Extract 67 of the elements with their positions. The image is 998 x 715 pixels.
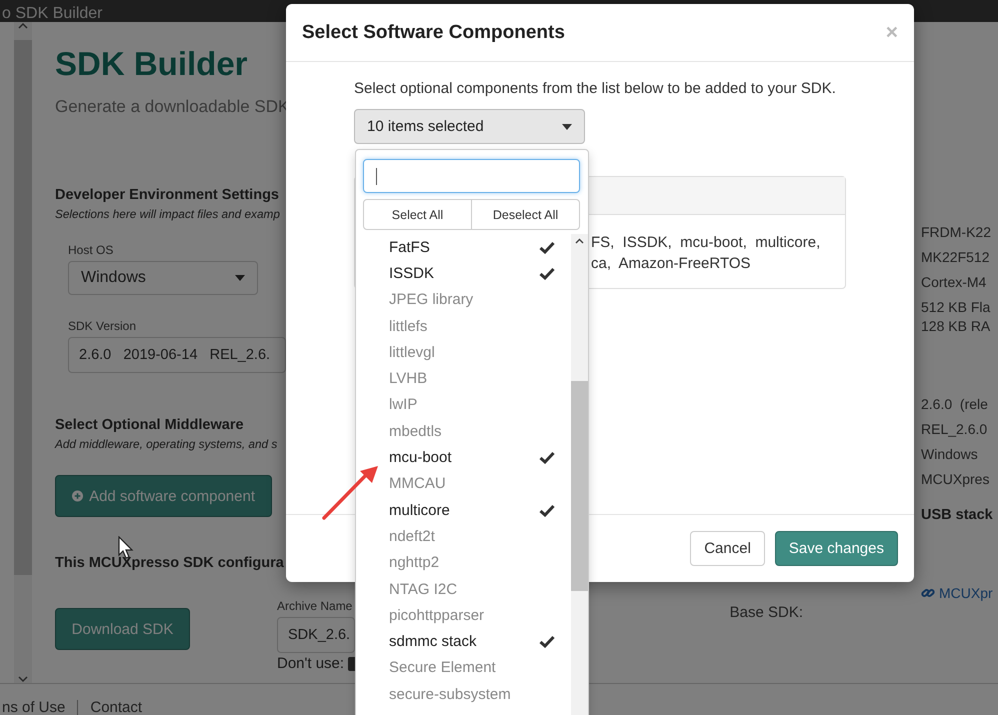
field-hint: Don't use: bbox=[277, 655, 344, 672]
section-note: Add middleware, operating systems, and s bbox=[55, 437, 278, 451]
component-option[interactable]: secure-subsystem bbox=[356, 681, 571, 708]
component-option[interactable]: mbedtls bbox=[356, 418, 571, 444]
component-option[interactable]: Secure Element bbox=[356, 654, 571, 682]
component-option[interactable]: nghttp2 bbox=[356, 550, 571, 576]
field-label: Host OS bbox=[68, 243, 114, 257]
cancel-button[interactable]: Cancel bbox=[690, 531, 765, 566]
archive-name-field[interactable]: SDK_2.6. bbox=[277, 617, 355, 653]
component-option[interactable]: NTAG I2C bbox=[356, 576, 571, 602]
scroll-down-icon[interactable] bbox=[18, 675, 28, 683]
component-option[interactable]: picohttpparser bbox=[356, 602, 571, 628]
section-title: This MCUXpresso SDK configura bbox=[55, 555, 284, 571]
summary-value: 128 KB RA bbox=[921, 318, 990, 334]
download-sdk-button[interactable]: Download SDK bbox=[55, 608, 190, 650]
sdk-version-field[interactable]: 2.6.0 2019-06-14 REL_2.6. bbox=[68, 337, 286, 373]
field-label: SDK Version bbox=[68, 319, 136, 333]
section-title: Developer Environment Settings bbox=[55, 187, 279, 203]
plus-circle-icon bbox=[72, 488, 84, 504]
link-icon bbox=[921, 586, 935, 600]
page-scrollbar[interactable] bbox=[14, 22, 32, 683]
modal-title: Select Software Components bbox=[302, 22, 565, 44]
save-button[interactable]: Save changes bbox=[774, 531, 898, 566]
component-option[interactable]: FatFS bbox=[356, 234, 571, 260]
component-option[interactable]: LVHB bbox=[356, 365, 571, 392]
selected-components-text: FS, ISSDK, mcu-boot, multicore, bbox=[591, 233, 822, 253]
field-label: Base SDK: bbox=[730, 604, 803, 621]
summary-value: FRDM-K22 bbox=[921, 224, 992, 240]
components-dropdown[interactable]: 10 items selected bbox=[354, 109, 585, 144]
summary-value: REL_2.6.0 bbox=[921, 421, 988, 437]
selected-components-text: ca, Amazon-FreeRTOS bbox=[591, 254, 752, 274]
select-all-button[interactable]: Select All bbox=[363, 199, 472, 230]
summary-value: Windows bbox=[921, 446, 978, 462]
page-heading: SDK Builder bbox=[55, 45, 249, 84]
summary-value: 512 KB Fla bbox=[921, 299, 990, 315]
modal-intro: Select optional components from the list below to be added to your SDK. bbox=[354, 80, 837, 97]
section-note: Selections here will impact files and examp bbox=[55, 207, 280, 221]
search-field[interactable] bbox=[363, 159, 580, 193]
component-option[interactable]: littlefs bbox=[356, 312, 571, 340]
summary-value: Cortex-M4 bbox=[921, 274, 986, 290]
footer-link[interactable]: ns of Use bbox=[2, 699, 66, 715]
component-option[interactable]: mcu-boot bbox=[356, 444, 571, 471]
component-option[interactable]: ndeft2t bbox=[356, 523, 571, 550]
field-label: Archive Name bbox=[277, 599, 352, 613]
app-title: o SDK Builder bbox=[2, 6, 102, 22]
component-option[interactable]: MMCAU bbox=[356, 470, 571, 497]
component-option[interactable]: multicore bbox=[356, 496, 571, 524]
scroll-up-icon[interactable] bbox=[575, 238, 584, 245]
summary-value: MK22F512 bbox=[921, 249, 990, 265]
base-sdk-link[interactable]: MCUXpr bbox=[921, 585, 998, 601]
caret-icon bbox=[235, 275, 245, 281]
component-option[interactable]: littlevgl bbox=[356, 339, 571, 366]
summary-value: 2.6.0 (rele bbox=[921, 396, 988, 412]
component-option[interactable]: sdmmc stack bbox=[356, 628, 571, 655]
summary-value: MCUXpres bbox=[921, 471, 990, 487]
add-software-button[interactable]: Add software component bbox=[55, 475, 272, 517]
component-option[interactable]: lwIP bbox=[356, 392, 571, 418]
footer-link[interactable]: Contact bbox=[90, 699, 142, 715]
list-scrollbar[interactable] bbox=[571, 234, 588, 715]
section-title: Select Optional Middleware bbox=[55, 417, 244, 433]
summary-title: USB stack bbox=[921, 507, 993, 523]
component-option[interactable]: JPEG library bbox=[356, 286, 571, 313]
caret-icon bbox=[562, 124, 572, 130]
close-button[interactable]: × bbox=[886, 20, 898, 44]
host-os-select[interactable]: Windows bbox=[68, 261, 258, 295]
component-option[interactable]: ISSDK bbox=[356, 260, 571, 287]
deselect-all-button[interactable]: Deselect All bbox=[472, 199, 580, 230]
